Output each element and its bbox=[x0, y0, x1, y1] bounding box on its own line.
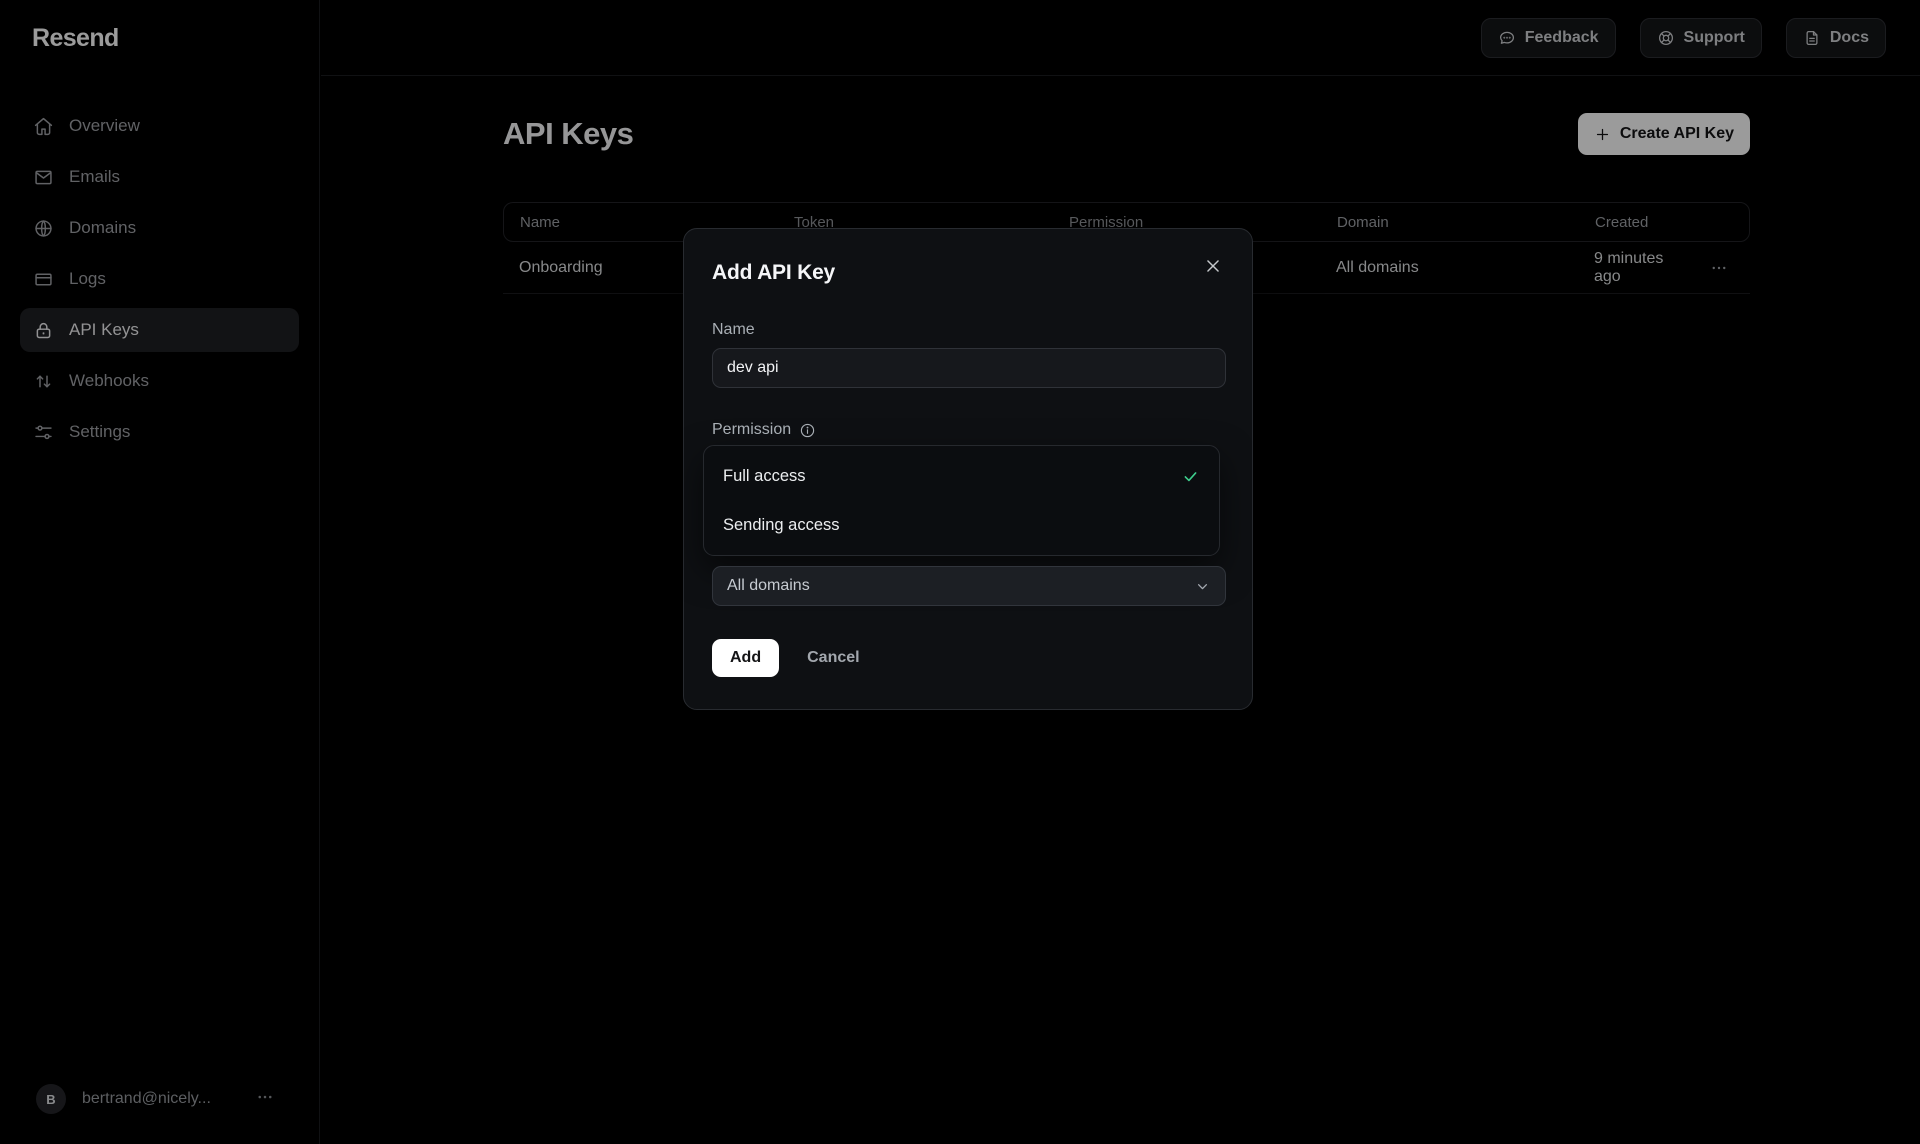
modal-title: Add API Key bbox=[712, 261, 1224, 285]
modal-actions: Add Cancel bbox=[712, 639, 1224, 677]
option-label: Full access bbox=[723, 467, 806, 486]
check-icon bbox=[1181, 467, 1200, 486]
close-button[interactable] bbox=[1202, 255, 1224, 277]
cancel-button[interactable]: Cancel bbox=[807, 649, 859, 667]
resend-dashboard: Resend Overview Emails Domains Logs API … bbox=[0, 0, 1920, 1144]
name-field-label: Name bbox=[712, 321, 1224, 339]
info-icon bbox=[799, 422, 816, 439]
dropdown-option-full-access[interactable]: Full access bbox=[711, 454, 1212, 498]
dropdown-option-sending-access[interactable]: Sending access bbox=[711, 503, 1212, 547]
add-button[interactable]: Add bbox=[712, 639, 779, 677]
domain-select-value: All domains bbox=[727, 577, 810, 595]
name-label-text: Name bbox=[712, 321, 755, 339]
name-input[interactable] bbox=[712, 348, 1226, 388]
close-icon bbox=[1202, 255, 1224, 277]
option-label: Sending access bbox=[723, 516, 840, 535]
add-api-key-modal: Add API Key Name Permission Full access … bbox=[683, 228, 1253, 710]
permission-label-text: Permission bbox=[712, 421, 791, 439]
domain-select[interactable]: All domains bbox=[712, 566, 1226, 606]
permission-field-label: Permission bbox=[712, 421, 1224, 439]
permission-dropdown: Full access Sending access bbox=[703, 445, 1220, 556]
chevron-down-icon bbox=[1194, 578, 1211, 595]
